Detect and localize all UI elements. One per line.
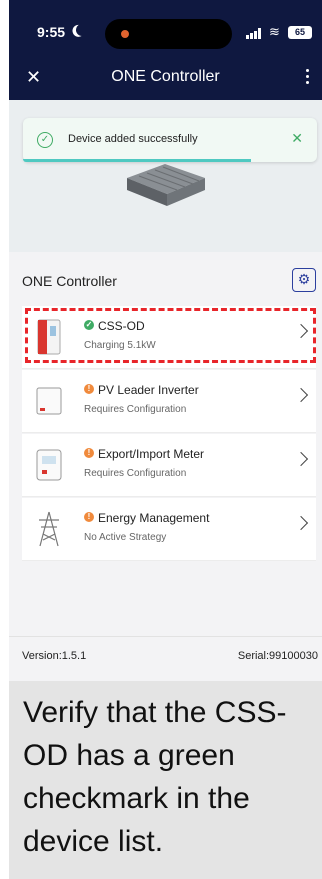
settings-gear-button[interactable]: ⚙ [292, 268, 316, 292]
check-circle-icon: ✓ [37, 132, 53, 148]
status-time: 9:55 [37, 24, 66, 40]
device-status: Requires Configuration [84, 468, 187, 479]
more-options-icon[interactable] [306, 69, 310, 87]
section-title: ONE Controller [22, 273, 117, 289]
transmission-tower-icon [39, 511, 59, 547]
device-row-pv-leader-inverter[interactable]: ! PV Leader Inverter Requires Configurat… [22, 370, 316, 433]
device-name: PV Leader Inverter [98, 383, 199, 397]
device-name: CSS-OD [98, 319, 145, 333]
inverter-icon [36, 387, 62, 415]
chevron-right-icon [293, 387, 309, 403]
chevron-right-icon [293, 323, 309, 339]
device-row-css-od[interactable]: ✓ CSS-OD Charging 5.1kW [22, 306, 316, 369]
toast-progress-bar [23, 159, 251, 162]
recording-dot-icon [121, 30, 129, 38]
caption-text: Verify that the CSS-OD has a green check… [23, 696, 287, 858]
warning-icon: ! [84, 448, 94, 458]
app-bar: ✕ ONE Controller [9, 58, 322, 100]
device-status: Charging 5.1kW [84, 340, 156, 351]
chevron-right-icon [293, 515, 309, 531]
controller-device-image [127, 164, 205, 206]
meter-icon [36, 449, 62, 481]
warning-icon: ! [84, 384, 94, 394]
device-hero: ✓ Device added successfully ✕ [9, 100, 322, 252]
toast-message: Device added successfully [68, 133, 198, 145]
main-content: ✓ Device added successfully ✕ ONE Contro… [9, 100, 322, 681]
device-row-energy-management[interactable]: ! Energy Management No Active Strategy [22, 498, 316, 561]
footer: Version:1.5.1 Serial:99100030 [9, 636, 322, 681]
instruction-caption: Verify that the CSS-OD has a green check… [9, 681, 322, 879]
moon-icon [74, 22, 89, 37]
device-name: Energy Management [98, 511, 210, 525]
app-version: Version:1.5.1 [22, 650, 87, 662]
toast-close-icon[interactable]: ✕ [291, 130, 303, 147]
device-status: No Active Strategy [84, 532, 167, 543]
phone-status-bar: 9:55 ≋ 65 [9, 0, 322, 58]
device-name: Export/Import Meter [98, 447, 205, 461]
wifi-icon: ≋ [269, 24, 280, 39]
battery-icon: 65 [288, 26, 312, 39]
device-status: Requires Configuration [84, 404, 187, 415]
serial-number: Serial:99100030 [237, 650, 318, 662]
app-title: ONE Controller [111, 68, 220, 85]
warning-icon: ! [84, 512, 94, 522]
device-row-export-import-meter[interactable]: ! Export/Import Meter Requires Configura… [22, 434, 316, 497]
chevron-right-icon [293, 451, 309, 467]
battery-cabinet-icon [37, 319, 61, 355]
green-checkmark-icon: ✓ [84, 320, 94, 330]
success-toast: ✓ Device added successfully ✕ [23, 118, 317, 162]
dynamic-island [105, 19, 232, 49]
signal-icon [246, 28, 264, 39]
